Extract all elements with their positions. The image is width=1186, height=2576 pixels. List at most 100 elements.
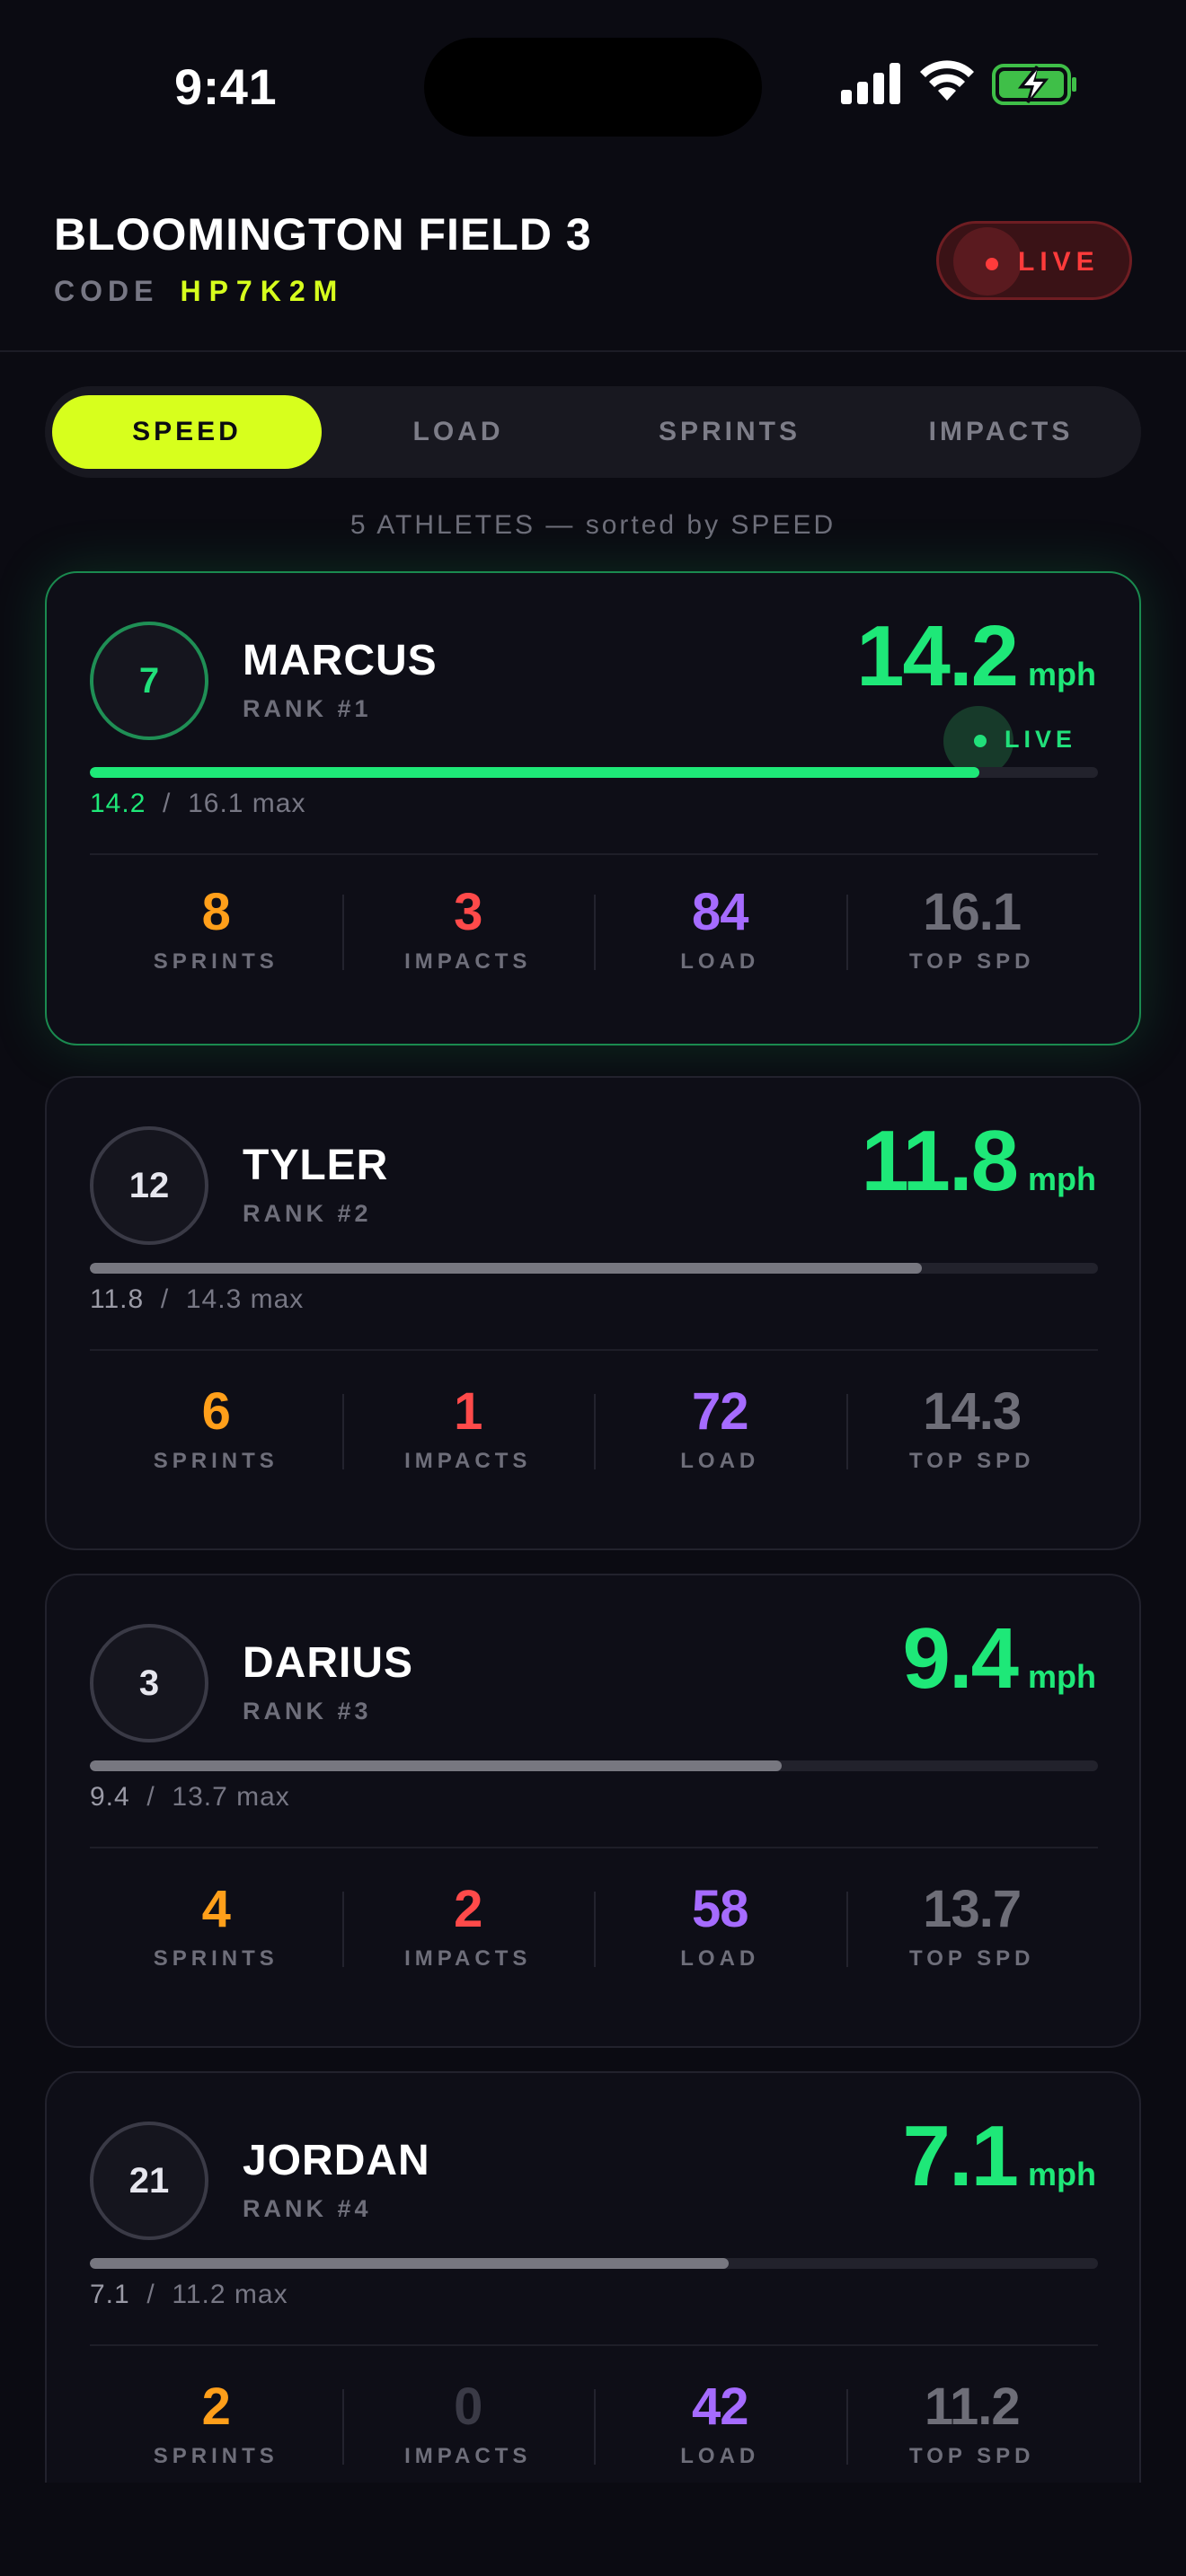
card-divider	[90, 1847, 1098, 1848]
athlete-stats: 2 SPRINTS 0 IMPACTS 42 LOAD 11.2 TOP SPD	[90, 2377, 1098, 2484]
stat-top-speed: 13.7 TOP SPD	[845, 1879, 1099, 1987]
stat-impacts: 2 IMPACTS	[341, 1879, 595, 1987]
speed-progress-fill	[90, 767, 979, 778]
speed-progress-bar	[90, 2258, 1098, 2269]
athlete-name: DARIUS	[243, 1639, 414, 1687]
speed-vs-max: 11.8 / 14.3 max	[90, 1284, 305, 1314]
speed-current-label: 14.2	[90, 789, 146, 818]
stat-top-speed-value: 16.1	[923, 883, 1022, 941]
speed-value: 9.4	[902, 1610, 1019, 1707]
speed-value: 11.8	[861, 1113, 1019, 1209]
stat-load-value: 42	[691, 2378, 749, 2436]
athlete-live-indicator: LIVE	[943, 706, 1096, 776]
card-divider	[90, 2344, 1098, 2346]
current-speed: 7.1 mph	[903, 2107, 1096, 2206]
jersey-number: 3	[90, 1624, 208, 1742]
stat-load-label: LOAD	[680, 2444, 760, 2468]
tab-speed[interactable]: SPEED	[52, 395, 322, 469]
card-divider	[90, 1349, 1098, 1351]
jersey-number: 12	[90, 1126, 208, 1245]
cellular-signal-icon	[841, 63, 900, 104]
stat-sprints: 4 SPRINTS	[90, 1879, 342, 1987]
stat-top-speed: 14.3 TOP SPD	[845, 1381, 1099, 1489]
tab-load[interactable]: LOAD	[323, 395, 593, 469]
session-header: BLOOMINGTON FIELD 3 CODE HP7K2M LIVE	[0, 208, 1186, 352]
stat-impacts-label: IMPACTS	[404, 2444, 532, 2468]
stat-load: 84 LOAD	[594, 882, 846, 990]
stat-top-speed-label: TOP SPD	[909, 1946, 1035, 1971]
speed-progress-bar	[90, 1760, 1098, 1771]
athlete-card[interactable]: 7 MARCUS RANK #1 14.2 mph LIVE 14.2 / 16…	[45, 571, 1141, 1045]
athlete-card[interactable]: 3 DARIUS RANK #3 9.4 mph 9.4 / 13.7 max …	[45, 1574, 1141, 2048]
stat-sprints-label: SPRINTS	[153, 949, 279, 974]
live-dot-icon	[986, 258, 998, 270]
speed-vs-max: 14.2 / 16.1 max	[90, 789, 306, 818]
athlete-card[interactable]: 12 TYLER RANK #2 11.8 mph 11.8 / 14.3 ma…	[45, 1076, 1141, 1550]
stat-impacts: 1 IMPACTS	[341, 1381, 595, 1489]
stat-sprints-value: 2	[201, 2378, 231, 2436]
athlete-card[interactable]: 21 JORDAN RANK #4 7.1 mph 7.1 / 11.2 max…	[45, 2071, 1141, 2545]
athlete-name: TYLER	[243, 1142, 389, 1189]
stat-impacts-label: IMPACTS	[404, 1449, 532, 1473]
athlete-name: JORDAN	[243, 2137, 430, 2184]
stat-top-speed-label: TOP SPD	[909, 2444, 1035, 2468]
jersey-number: 21	[90, 2122, 208, 2240]
speed-progress-bar	[90, 1263, 1098, 1274]
session-code-label: CODE	[54, 275, 159, 307]
athlete-stats: 6 SPRINTS 1 IMPACTS 72 LOAD 14.3 TOP SPD	[90, 1381, 1098, 1489]
live-dot-icon	[974, 735, 987, 747]
battery-charging-icon	[992, 64, 1076, 105]
stat-impacts-label: IMPACTS	[404, 1946, 532, 1971]
speed-value: 14.2	[856, 608, 1019, 704]
stat-sprints: 6 SPRINTS	[90, 1381, 342, 1489]
athlete-name: MARCUS	[243, 637, 438, 684]
stat-impacts: 0 IMPACTS	[341, 2377, 595, 2484]
speed-unit: mph	[1028, 2156, 1096, 2192]
speed-unit: mph	[1028, 656, 1096, 693]
stat-load-label: LOAD	[680, 1946, 760, 1971]
stat-load: 42 LOAD	[594, 2377, 846, 2484]
list-bottom-mask	[0, 2483, 1186, 2576]
speed-vs-max: 7.1 / 11.2 max	[90, 2280, 288, 2309]
speed-progress-fill	[90, 1263, 922, 1274]
stat-load: 72 LOAD	[594, 1381, 846, 1489]
tab-impacts[interactable]: IMPACTS	[866, 395, 1136, 469]
speed-progress-bar	[90, 767, 1098, 778]
status-bar: 9:41	[0, 0, 1186, 171]
stat-sprints-value: 6	[201, 1382, 231, 1441]
athlete-rank: RANK #1	[243, 695, 372, 722]
stat-sprints-value: 4	[201, 1880, 231, 1938]
status-time: 9:41	[174, 58, 278, 115]
athlete-rank: RANK #3	[243, 1698, 372, 1725]
speed-unit: mph	[1028, 1658, 1096, 1695]
speed-current-label: 11.8	[90, 1284, 145, 1314]
athlete-stats: 8 SPRINTS 3 IMPACTS 84 LOAD 16.1 TOP SPD	[90, 882, 1098, 990]
stat-load-value: 58	[691, 1880, 749, 1938]
stat-sprints-value: 8	[201, 883, 231, 941]
current-speed: 9.4 mph	[903, 1610, 1096, 1708]
athlete-stats: 4 SPRINTS 2 IMPACTS 58 LOAD 13.7 TOP SPD	[90, 1879, 1098, 1987]
stat-top-speed-value: 14.3	[923, 1382, 1022, 1441]
current-speed: 14.2 mph	[856, 607, 1096, 706]
speed-unit: mph	[1028, 1160, 1096, 1197]
speed-max-label: 14.3 max	[185, 1284, 305, 1314]
stat-top-speed: 16.1 TOP SPD	[845, 882, 1099, 990]
card-divider	[90, 853, 1098, 855]
tab-sprints[interactable]: SPRINTS	[595, 395, 864, 469]
stat-load-value: 72	[691, 1382, 749, 1441]
athlete-rank: RANK #2	[243, 1200, 372, 1227]
current-speed: 11.8 mph	[861, 1112, 1096, 1211]
stat-impacts-value: 0	[454, 2378, 482, 2436]
stat-load-label: LOAD	[680, 949, 760, 974]
stat-sprints: 2 SPRINTS	[90, 2377, 342, 2484]
athlete-rank: RANK #4	[243, 2195, 372, 2222]
stat-sprints-label: SPRINTS	[153, 2444, 279, 2468]
live-status-badge[interactable]: LIVE	[936, 221, 1132, 300]
jersey-number: 7	[90, 622, 208, 740]
stat-top-speed-value: 11.2	[924, 2378, 1021, 2436]
stat-top-speed-value: 13.7	[923, 1880, 1022, 1938]
stat-impacts-value: 3	[454, 883, 482, 941]
speed-max-label: 13.7 max	[172, 1782, 290, 1812]
speed-value: 7.1	[902, 2108, 1019, 2204]
wifi-icon	[920, 60, 974, 101]
